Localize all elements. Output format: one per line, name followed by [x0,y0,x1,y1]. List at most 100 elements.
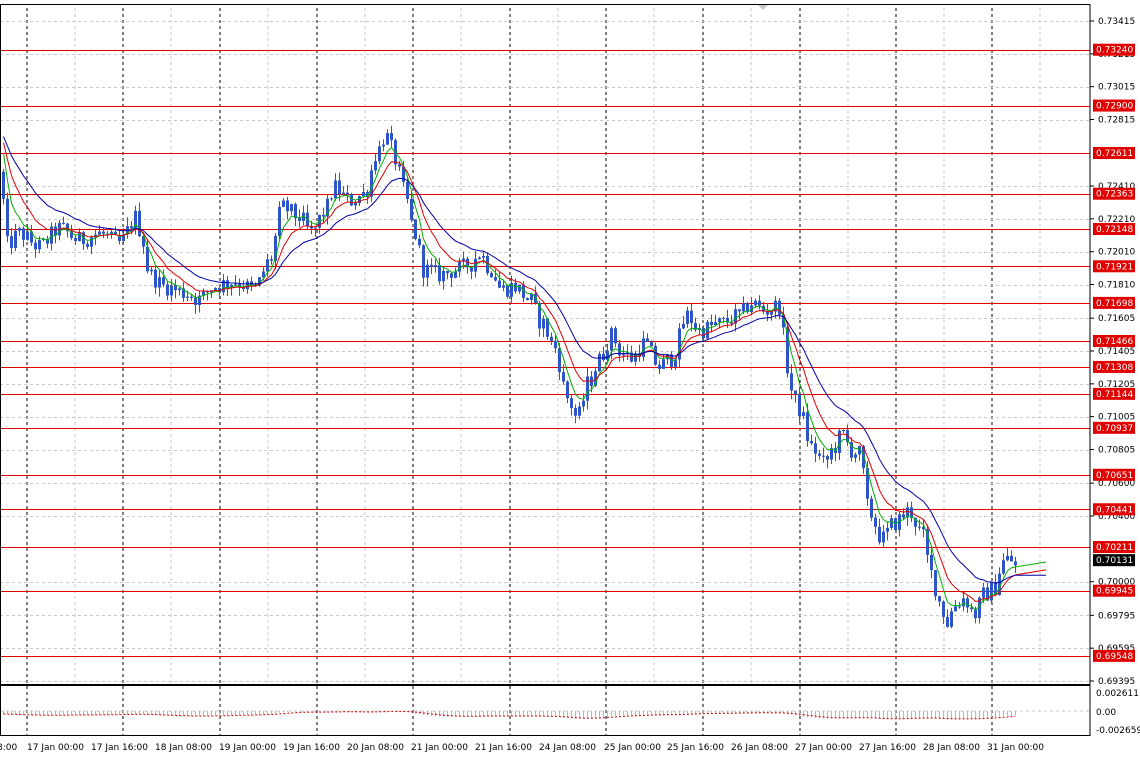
candle-body-205 [822,455,825,457]
candle-body-125 [502,285,505,288]
candle-body-251 [1006,555,1009,561]
time-label-0: 8:00 [0,743,17,753]
candle-body-150 [602,353,605,361]
candle-body-95 [382,144,385,147]
candle-body-96 [386,133,389,145]
candle-body-47 [190,296,193,298]
candle-body-202 [810,441,813,444]
level-tag-label-14: 0.69945 [1096,587,1133,597]
candle-body-120 [482,255,485,258]
candle-body-176 [706,321,709,339]
level-tag-label-1: 0.72900 [1096,102,1133,112]
candle-body-40 [162,277,165,285]
candle-body-19 [78,232,81,242]
candle-body-43 [174,285,177,291]
price-tick-label-2: 0.73015 [1098,83,1135,93]
candle-body-209 [838,430,841,454]
candle-body-107 [430,264,433,267]
candle-body-197 [790,373,793,391]
candle-body-126 [506,285,509,297]
candle-body-164 [658,364,661,369]
time-label-1: 17 Jan 00:00 [27,743,84,753]
level-tag-label-3: 0.72363 [1096,190,1133,200]
price-tick-label-18: 0.69395 [1098,677,1135,687]
candle-body-53 [214,288,217,291]
candle-body-139 [558,348,561,373]
osc-tick-label-2: -0.002659 [1096,726,1140,736]
candle-body-124 [498,280,501,288]
time-label-8: 21 Jan 16:00 [475,743,532,753]
candle-body-38 [154,269,157,288]
level-tag-label-15: 0.69548 [1096,652,1133,662]
candle-body-113 [454,271,457,278]
candle-body-88 [354,203,357,206]
candle-body-142 [570,398,573,409]
candle-body-3 [14,230,17,249]
candle-body-114 [458,261,461,272]
candle-body-111 [446,271,449,274]
candle-body-143 [574,408,577,416]
candle-body-103 [414,219,417,239]
candle-body-235 [942,601,945,617]
level-tag-label-6: 0.71698 [1096,299,1133,309]
candle-body-218 [874,517,877,527]
candle-body-110 [442,271,445,282]
time-label-10: 25 Jan 00:00 [604,743,661,753]
candle-body-131 [526,298,529,300]
osc-tick-label-0: 0.002611 [1096,689,1139,699]
candle-body-239 [958,606,961,608]
candle-body-44 [178,288,181,291]
candle-body-78 [314,227,317,229]
level-tag-label-10: 0.70937 [1096,424,1133,434]
candle-body-194 [778,300,781,315]
price-tick-label-12: 0.70805 [1098,446,1135,456]
candle-body-6 [26,231,29,240]
candle-body-21 [86,243,89,247]
candle-body-172 [690,310,693,324]
price-tick-label-3: 0.72815 [1098,116,1135,126]
candle-body-105 [422,245,425,278]
candle-body-204 [818,453,821,456]
candle-body-191 [766,311,769,315]
time-label-14: 27 Jan 16:00 [859,743,916,753]
candle-body-69 [278,206,281,236]
candle-body-109 [438,265,441,282]
osc-tick-label-1: 0.00 [1096,708,1116,718]
candle-body-163 [654,345,657,365]
candle-body-73 [294,204,297,219]
candle-body-99 [398,164,401,167]
candle-body-39 [158,277,161,288]
candle-body-201 [806,412,809,442]
candle-body-1 [6,198,9,237]
candle-body-41 [166,284,169,296]
candle-body-237 [950,611,953,627]
candle-body-161 [646,338,649,342]
candle-body-179 [718,318,721,323]
candle-body-220 [882,531,885,543]
candle-body-221 [886,527,889,532]
candle-body-138 [554,340,557,349]
price-tick-label-7: 0.71810 [1098,281,1135,291]
candle-body-9 [38,240,41,250]
candle-body-175 [702,328,705,339]
price-tick-label-0: 0.73415 [1098,17,1135,27]
price-chart[interactable]: 0.734150.732150.730150.728150.724100.722… [0,0,1140,757]
current-price-label: 0.70131 [1096,556,1133,566]
candle-body-5 [22,228,25,240]
level-tag-label-9: 0.71144 [1096,390,1133,400]
time-label-6: 20 Jan 08:00 [347,743,404,753]
price-tick-label-8: 0.71605 [1098,314,1135,324]
candle-body-122 [490,273,493,278]
candle-body-32 [130,226,133,229]
candle-body-72 [290,204,293,212]
candle-body-153 [614,328,617,344]
candle-body-80 [322,214,325,217]
candle-body-250 [1002,560,1005,574]
candle-body-83 [334,180,337,199]
candle-body-46 [186,296,189,298]
candle-body-48 [194,297,197,306]
candle-body-199 [798,394,801,417]
candle-body-252 [1010,555,1013,562]
candle-body-170 [682,323,685,329]
candle-body-177 [710,321,713,326]
